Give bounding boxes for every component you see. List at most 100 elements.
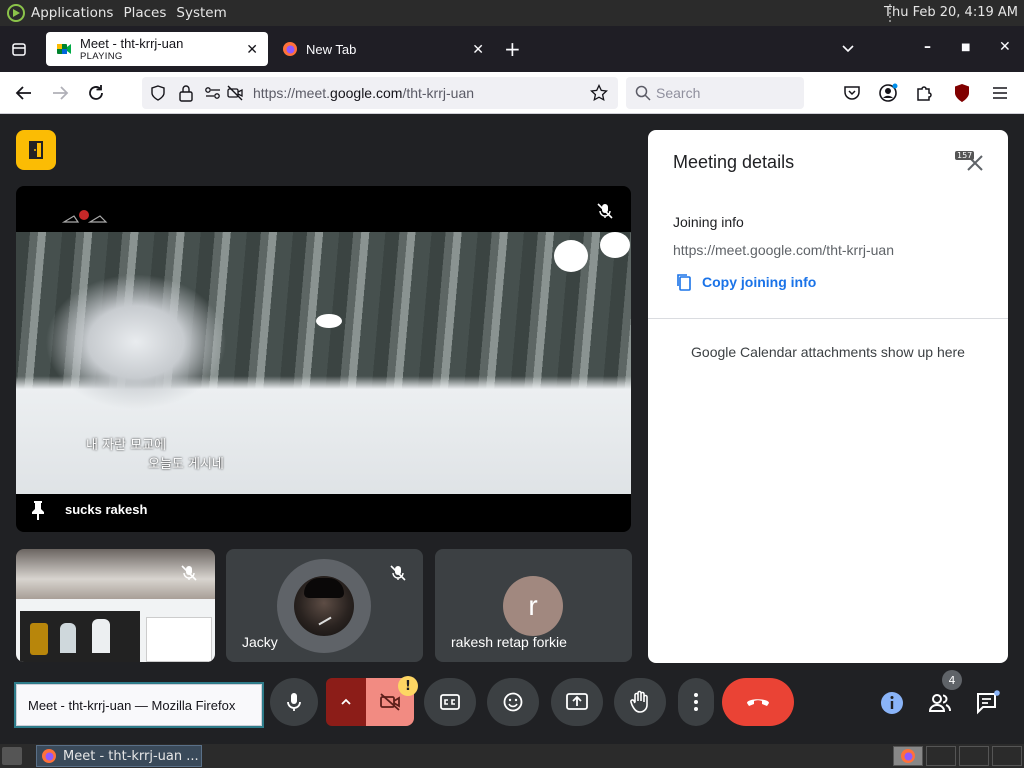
breakout-room-button[interactable] bbox=[16, 130, 56, 170]
more-options-button[interactable] bbox=[678, 678, 714, 726]
panel-title: Meeting details bbox=[673, 152, 795, 172]
app-menu-button[interactable] bbox=[988, 81, 1012, 105]
chevron-down-icon[interactable] bbox=[840, 40, 856, 56]
firefox-icon bbox=[283, 42, 297, 56]
chat-icon[interactable] bbox=[975, 690, 1001, 716]
window-tooltip: Meet - tht-krrj-uan — Mozilla Firefox bbox=[16, 684, 262, 726]
reload-button[interactable] bbox=[84, 81, 108, 105]
search-bar[interactable]: Search bbox=[626, 77, 804, 109]
participant-tile-jacky[interactable]: Jacky bbox=[226, 549, 423, 662]
participant-tile-screenshare[interactable] bbox=[16, 549, 215, 662]
url-bar[interactable]: https://meet.google.com/tht-krrj-uan bbox=[142, 77, 618, 109]
main-video-tile[interactable]: 내 자란 모교에 오늘도 게시네 sucks rakesh bbox=[16, 186, 631, 532]
tab-new-tab[interactable]: New Tab ✕ bbox=[272, 32, 494, 66]
close-tab-icon[interactable]: ✕ bbox=[246, 41, 258, 58]
meeting-details-icon[interactable] bbox=[879, 690, 905, 716]
avatar: r bbox=[503, 576, 563, 636]
workspace-3[interactable] bbox=[959, 746, 989, 766]
camera-blocked-icon[interactable] bbox=[226, 85, 244, 101]
ublock-button[interactable] bbox=[950, 81, 974, 105]
calendar-attachments-note: Google Calendar attachments show up here bbox=[691, 344, 965, 360]
tab-list-button[interactable] bbox=[0, 26, 38, 72]
mic-muted-icon bbox=[390, 565, 406, 581]
copy-joining-info-button[interactable]: Copy joining info bbox=[676, 273, 816, 291]
puzzle-icon bbox=[917, 86, 932, 101]
mic-muted-icon bbox=[597, 203, 613, 219]
present-icon bbox=[566, 693, 588, 710]
participant-tile-rakesh[interactable]: r rakesh retap forkie bbox=[435, 549, 632, 662]
more-vert-icon bbox=[694, 693, 698, 711]
shield-icon[interactable] bbox=[150, 85, 166, 101]
joining-info-heading: Joining info bbox=[673, 214, 744, 230]
copy-icon bbox=[677, 274, 691, 291]
taskbar: Meet - tht-krrj-uan ... bbox=[0, 744, 1024, 768]
bookmark-star-icon[interactable] bbox=[590, 84, 608, 102]
menu-system[interactable]: System bbox=[176, 5, 226, 21]
url-text[interactable]: https://meet.google.com/tht-krrj-uan bbox=[253, 85, 474, 101]
arrow-left-icon bbox=[15, 86, 31, 100]
taskbar-window-firefox[interactable]: Meet - tht-krrj-uan ... bbox=[36, 745, 202, 767]
google-meet-icon bbox=[57, 44, 71, 54]
meet-call-view: 내 자란 모교에 오늘도 게시네 sucks rakesh Jacky r ra… bbox=[0, 114, 1024, 744]
people-icon[interactable] bbox=[927, 690, 953, 716]
mic-muted-icon bbox=[181, 565, 197, 581]
workspace-1[interactable] bbox=[893, 746, 923, 766]
camera-options-button[interactable] bbox=[326, 678, 366, 726]
firefox-icon bbox=[901, 749, 915, 763]
camera-off-icon bbox=[380, 693, 400, 711]
tab-bar: Meet - tht-krrj-uan PLAYING ✕ New Tab ✕ … bbox=[0, 26, 1024, 72]
present-screen-button[interactable] bbox=[551, 678, 603, 726]
divider bbox=[648, 318, 1008, 319]
microphone-button[interactable] bbox=[270, 678, 318, 726]
menu-applications[interactable]: Applications bbox=[31, 5, 113, 21]
top-panel: Applications Places System Thu Feb 20, 4… bbox=[0, 0, 1024, 26]
extensions-button[interactable] bbox=[912, 81, 936, 105]
forward-button[interactable] bbox=[48, 81, 72, 105]
meeting-link: https://meet.google.com/tht-krrj-uan bbox=[673, 242, 894, 258]
arrow-right-icon bbox=[53, 86, 69, 100]
new-tab-button[interactable]: + bbox=[504, 37, 521, 61]
close-tab-icon[interactable]: ✕ bbox=[472, 41, 484, 58]
meeting-details-panel: Meeting details Joining info https://mee… bbox=[648, 130, 1008, 663]
reload-icon bbox=[89, 85, 103, 100]
menu-places[interactable]: Places bbox=[123, 5, 166, 21]
tab-title: New Tab bbox=[306, 41, 357, 57]
clock[interactable]: Thu Feb 20, 4:19 AM bbox=[884, 5, 1018, 20]
navigation-bar: https://meet.google.com/tht-krrj-uan Sea… bbox=[0, 72, 1024, 160]
workspace-2[interactable] bbox=[926, 746, 956, 766]
close-window-button[interactable]: ✕ bbox=[999, 39, 1011, 55]
permissions-icon[interactable] bbox=[204, 85, 222, 101]
pocket-button[interactable] bbox=[840, 81, 864, 105]
reactions-button[interactable] bbox=[487, 678, 539, 726]
pin-icon[interactable] bbox=[30, 500, 46, 520]
taskbar-window-label: Meet - tht-krrj-uan ... bbox=[63, 748, 199, 764]
participant-count-badge: 4 bbox=[942, 670, 962, 690]
captions-button[interactable] bbox=[424, 678, 476, 726]
avatar bbox=[294, 576, 354, 636]
tab-title: Meet - tht-krrj-uan bbox=[80, 35, 184, 51]
minimize-button[interactable]: – bbox=[924, 39, 931, 55]
workspace-4[interactable] bbox=[992, 746, 1022, 766]
end-call-icon bbox=[747, 699, 769, 706]
search-input[interactable]: Search bbox=[656, 85, 700, 101]
account-button[interactable] bbox=[876, 81, 900, 105]
firefox-icon bbox=[42, 749, 56, 763]
hamburger-menu-icon bbox=[993, 87, 1007, 99]
warning-badge: ! bbox=[398, 676, 418, 696]
back-button[interactable] bbox=[12, 81, 36, 105]
lock-icon[interactable] bbox=[178, 84, 194, 102]
tab-meet[interactable]: Meet - tht-krrj-uan PLAYING ✕ bbox=[46, 32, 268, 66]
leave-call-button[interactable] bbox=[722, 678, 794, 726]
participant-name: rakesh retap forkie bbox=[451, 634, 567, 650]
show-desktop-button[interactable] bbox=[2, 747, 22, 765]
maximize-button[interactable]: ■ bbox=[961, 42, 970, 53]
tabs-list-icon bbox=[12, 43, 26, 56]
closed-captions-icon bbox=[440, 694, 460, 710]
raise-hand-button[interactable] bbox=[614, 678, 666, 726]
copy-joining-info-label: Copy joining info bbox=[702, 274, 817, 290]
chevron-up-icon bbox=[341, 698, 351, 705]
gnome-foot-icon[interactable] bbox=[6, 3, 26, 23]
pocket-icon bbox=[844, 86, 860, 100]
account-icon bbox=[879, 83, 898, 102]
hand-icon bbox=[630, 690, 648, 713]
